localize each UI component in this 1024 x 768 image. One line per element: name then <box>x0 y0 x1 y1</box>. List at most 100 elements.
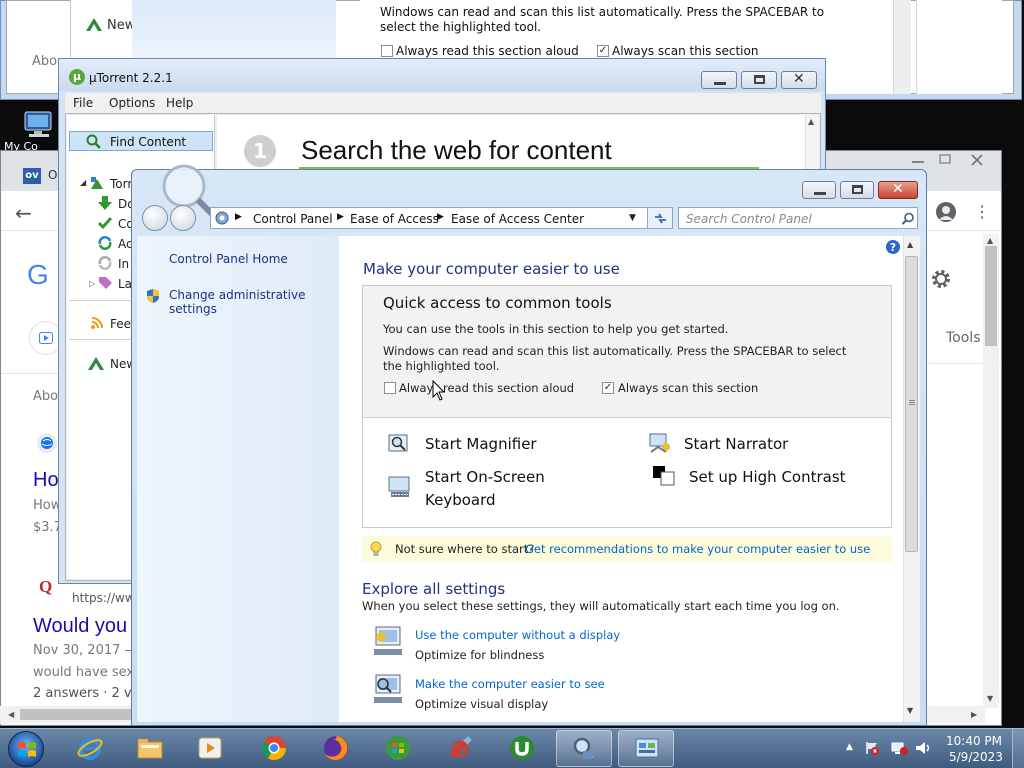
gear-icon[interactable] <box>930 268 952 290</box>
breadcrumb-arrow-icon[interactable]: ▶ <box>235 212 242 222</box>
utorrent-close-button[interactable]: ✕ <box>781 71 817 89</box>
get-recommendations-link[interactable]: Get recommendations to make your compute… <box>525 542 870 556</box>
blindness-settings-icon[interactable] <box>372 625 404 659</box>
start-on-screen-keyboard-link[interactable]: Start On-Screen <box>425 468 545 486</box>
result2-answers[interactable]: 2 answers · 2 vo <box>33 686 140 701</box>
help-icon[interactable]: ? <box>885 239 901 255</box>
tray-expand-icon[interactable]: ▲ <box>846 742 853 752</box>
taskbar-magnifier[interactable] <box>556 730 612 767</box>
network-icon[interactable] <box>890 740 908 756</box>
control-panel-home-link[interactable]: Control Panel Home <box>169 252 288 266</box>
clock-time[interactable]: 10:40 PM <box>946 734 1002 748</box>
taskbar-ccleaner[interactable] <box>432 730 488 767</box>
chrome-scroll-thumb[interactable] <box>985 246 997 346</box>
refresh-button[interactable] <box>647 207 673 229</box>
taskbar-firefox[interactable] <box>308 730 364 767</box>
scan-section-checkbox[interactable]: ✓ <box>602 382 614 394</box>
action-center-flag-icon[interactable] <box>864 740 880 756</box>
close-icon: ✕ <box>793 71 805 87</box>
eoa-scroll-thumb[interactable] <box>905 256 918 552</box>
breadcrumb-arrow-icon[interactable]: ▶ <box>337 212 344 222</box>
menu-file[interactable]: File <box>73 96 93 110</box>
back-button[interactable] <box>142 205 168 231</box>
scroll-right-icon[interactable]: ▶ <box>971 710 977 719</box>
minimize-icon <box>814 192 826 195</box>
utorrent-maximize-button[interactable] <box>741 71 777 89</box>
change-admin-settings-link[interactable]: Change administrative settings <box>169 288 339 316</box>
taskbar-chrome[interactable] <box>246 730 302 767</box>
explore-settings-heading: Explore all settings <box>362 580 506 598</box>
background-scan-label: Always scan this section <box>612 44 759 58</box>
make-easier-to-see-link[interactable]: Make the computer easier to see <box>415 677 605 691</box>
maximize-button[interactable] <box>840 181 874 199</box>
breadcrumb-ease-of-access[interactable]: Ease of Access <box>350 212 439 226</box>
find-content-button[interactable]: Find Content <box>69 131 213 151</box>
visual-display-settings-icon[interactable] <box>372 673 404 707</box>
minimize-button[interactable] <box>802 181 836 199</box>
quora-favicon: Q <box>35 577 57 599</box>
show-desktop-button[interactable] <box>1012 729 1024 768</box>
clock-date[interactable]: 5/9/2023 <box>949 750 1003 764</box>
background-right-panel <box>916 0 1002 94</box>
start-narrator-link[interactable]: Start Narrator <box>684 435 788 453</box>
scroll-up-icon[interactable]: ▲ <box>808 117 814 126</box>
tab-title[interactable]: O <box>48 168 57 182</box>
read-aloud-label[interactable]: Always read this section aloud <box>399 381 574 395</box>
taskbar-windows-media-center[interactable] <box>370 730 426 767</box>
close-button[interactable]: ✕ <box>878 181 918 199</box>
breadcrumb-control-panel[interactable]: Control Panel <box>253 212 333 226</box>
result2-title[interactable]: Would you <box>33 615 127 638</box>
breadcrumb-ease-of-access-center[interactable]: Ease of Access Center <box>451 212 584 226</box>
scroll-down-icon[interactable]: ▼ <box>987 694 993 703</box>
scroll-up-icon[interactable]: ▲ <box>987 236 993 245</box>
high-contrast-icon[interactable] <box>652 465 676 487</box>
taskbar-file-explorer[interactable] <box>122 730 178 767</box>
ease-of-access-window: ✕ ▶ Control Panel ▶ Ease of Access ▶ Eas… <box>131 164 927 726</box>
magnifier-icon[interactable] <box>388 434 410 454</box>
volume-icon[interactable] <box>914 740 932 756</box>
sidebar-inactive[interactable]: In <box>118 257 129 271</box>
narrator-icon[interactable] <box>648 432 672 454</box>
sidebar-torrents[interactable]: Torr <box>110 177 132 191</box>
start-on-screen-keyboard-link-line2[interactable]: Keyboard <box>425 491 496 509</box>
utorrent-minimize-button[interactable] <box>701 71 737 89</box>
scroll-left-icon[interactable]: ◀ <box>8 710 14 719</box>
use-without-display-link[interactable]: Use the computer without a display <box>415 628 620 642</box>
breadcrumb-arrow-icon[interactable]: ▶ <box>437 212 444 222</box>
profile-avatar[interactable] <box>936 202 956 222</box>
read-aloud-checkbox[interactable] <box>384 382 396 394</box>
set-up-high-contrast-link[interactable]: Set up High Contrast <box>689 468 846 486</box>
search-box[interactable]: Search Control Panel <box>678 207 918 229</box>
chrome-menu-icon[interactable]: ⋮ <box>974 202 990 221</box>
address-bar[interactable]: ▶ Control Panel ▶ Ease of Access ▶ Ease … <box>210 207 672 229</box>
on-screen-keyboard-icon[interactable] <box>388 476 410 498</box>
google-logo[interactable]: G <box>27 259 49 291</box>
explore-settings-description: When you select these settings, they wil… <box>362 599 840 613</box>
taskbar-media-player[interactable] <box>182 730 238 767</box>
menu-options[interactable]: Options <box>109 96 155 110</box>
torrents-expand-icon[interactable]: ◢ <box>80 178 86 187</box>
taskbar-control-panel[interactable] <box>618 730 674 767</box>
back-arrow-icon[interactable]: ← <box>15 201 32 225</box>
chrome-window-buttons[interactable] <box>908 152 1000 168</box>
address-dropdown-icon[interactable]: ▼ <box>629 213 636 223</box>
scroll-up-icon[interactable]: ▲ <box>907 240 913 249</box>
search-icon[interactable] <box>901 212 915 226</box>
tools-button[interactable]: Tools <box>946 330 981 346</box>
background-read-label: Always read this section aloud <box>396 44 579 58</box>
scroll-down-icon[interactable]: ▼ <box>907 706 913 715</box>
labels-expand-icon[interactable]: ▷ <box>89 279 95 288</box>
computer-desktop-icon[interactable] <box>22 110 56 140</box>
quora-icon: Q <box>39 577 53 596</box>
start-magnifier-link[interactable]: Start Magnifier <box>425 435 537 453</box>
taskbar-utorrent[interactable] <box>494 730 550 767</box>
result-title[interactable]: Ho <box>33 469 59 492</box>
taskbar-internet-explorer[interactable] <box>62 730 118 767</box>
sidebar-labels[interactable]: La <box>118 277 132 291</box>
menu-help[interactable]: Help <box>166 96 193 110</box>
quick-access-title: Quick access to common tools <box>383 294 612 312</box>
forward-button[interactable] <box>170 205 196 231</box>
start-button[interactable] <box>8 731 44 767</box>
scan-section-label[interactable]: Always scan this section <box>618 381 758 395</box>
firefox-icon <box>324 736 348 760</box>
